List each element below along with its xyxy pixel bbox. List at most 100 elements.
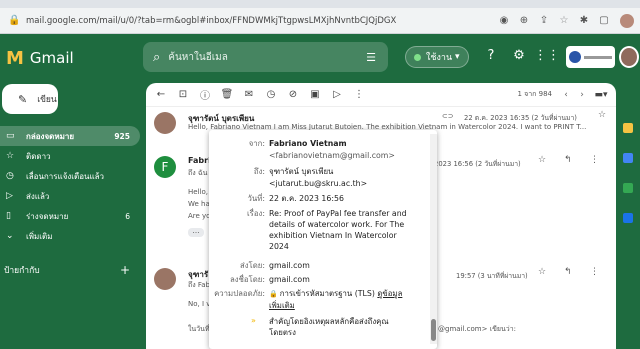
filter-icon[interactable]: ☰ — [366, 51, 376, 64]
sidebar-item-more[interactable]: ⌄ เพิ่มเติม — [0, 226, 140, 246]
more-options-icon[interactable]: ⋮ — [348, 89, 370, 100]
unread-count: 925 — [114, 131, 130, 141]
back-arrow-icon[interactable]: ← — [150, 89, 172, 100]
subject-label: เรื่อง: — [247, 209, 265, 218]
organization-logo[interactable] — [566, 46, 615, 68]
mark-unread-icon[interactable]: ✉ — [238, 89, 260, 100]
more-options-icon[interactable]: ⋮ — [590, 267, 599, 277]
contacts-icon[interactable] — [623, 213, 633, 223]
security-text: การเข้ารหัสมาตรฐาน (TLS) — [279, 289, 375, 298]
sidebar-item-sent[interactable]: ▷ ส่งแล้ว — [0, 186, 140, 206]
star-icon[interactable]: ☆ — [598, 110, 606, 120]
sidebar-item-inbox[interactable]: ▭ กล่องจดหมาย 925 — [0, 126, 140, 146]
gear-icon[interactable]: ⚙ — [505, 48, 533, 63]
app-name: Gmail — [29, 49, 74, 67]
mailed-by-value: gmail.com — [269, 261, 310, 270]
message-body-line: We ha — [188, 200, 210, 208]
profile-icon[interactable] — [620, 13, 634, 28]
archive-icon[interactable]: ⊡ — [172, 89, 194, 100]
mailed-by-label: ส่งโดย: — [239, 261, 265, 270]
sidebar-item-snoozed[interactable]: ◷ เลื่อนการแจ้งเตือนแล้ว — [0, 166, 140, 186]
extension-icon[interactable]: ✱ — [576, 15, 592, 26]
signed-by-value: gmail.com — [269, 275, 310, 284]
org-logo-text — [584, 55, 612, 59]
star-icon[interactable]: ☆ — [556, 15, 572, 26]
avatar[interactable] — [619, 46, 639, 68]
sidebar-item-drafts[interactable]: ▯ ร่างจดหมาย 6 — [0, 206, 140, 226]
screen: 🔒 mail.google.com/mail/u/0/?tab=rm&ogbl#… — [0, 0, 640, 349]
from-label: จาก: — [248, 139, 265, 148]
reply-icon[interactable]: ↰ — [564, 155, 572, 165]
message-body-line: No, I v — [188, 300, 211, 308]
to-name: จุฑารัตน์ บุตรเพียน — [269, 167, 334, 176]
tab-icon[interactable]: ▢ — [596, 15, 612, 26]
show-trimmed-button[interactable]: … — [188, 228, 204, 237]
move-to-icon[interactable]: ▣ — [304, 89, 326, 100]
status-label: ใช้งาน — [426, 53, 453, 63]
snooze-icon[interactable]: ◷ — [260, 89, 282, 100]
sidebar-item-label: ร่างจดหมาย — [26, 211, 69, 221]
sidebar-item-label: กล่องจดหมาย — [26, 131, 75, 141]
compose-button[interactable]: ✎ เขียน — [2, 84, 58, 114]
reply-icon[interactable]: ↰ — [564, 267, 572, 277]
side-panel — [617, 83, 640, 349]
attachment-icon: ⊂⊃ — [442, 112, 454, 120]
sender-avatar: F — [154, 156, 176, 178]
scrollbar-thumb[interactable] — [431, 319, 436, 341]
star-icon[interactable]: ☆ — [538, 267, 546, 277]
tasks-icon[interactable] — [623, 183, 633, 193]
delete-icon[interactable]: 🗑 — [216, 89, 238, 100]
signed-by-label: ลงชื่อโดย: — [229, 275, 265, 284]
date-value: 22 ต.ค. 2023 16:56 — [269, 194, 344, 203]
recipient-line: ถึง ฉัน — [188, 169, 208, 177]
star-icon[interactable]: ☆ — [538, 155, 546, 165]
status-button[interactable]: ใช้งาน ▾ — [405, 46, 469, 68]
to-label: ถึง: — [253, 167, 265, 176]
gmail-logo[interactable]: M Gmail — [6, 48, 136, 69]
star-icon: ☆ — [6, 151, 15, 161]
message-date: 22 ต.ค. 2023 16:35 (2 วันที่ผ่านมา) — [464, 114, 577, 122]
prev-icon[interactable]: ‹ — [558, 90, 574, 100]
address-bar[interactable]: 🔒 mail.google.com/mail/u/0/?tab=rm&ogbl#… — [0, 8, 640, 34]
date-label: วันที่: — [247, 194, 265, 203]
status-dot — [414, 53, 421, 61]
calendar-icon[interactable] — [623, 123, 633, 133]
pencil-icon: ✎ — [18, 92, 28, 106]
lock-icon: 🔒 — [8, 15, 21, 26]
message-date: 2023 16:56 (2 วันที่ผ่านมา) — [434, 160, 521, 168]
search-input[interactable]: ค้นหาในอีเมล — [168, 50, 366, 65]
keep-icon[interactable] — [623, 153, 633, 163]
add-label-button[interactable]: + — [120, 263, 130, 277]
keyboard-icon[interactable]: ▬▾ — [590, 90, 612, 100]
sidebar-item-starred[interactable]: ☆ ติดดาว — [0, 146, 140, 166]
draft-count: 6 — [125, 211, 130, 221]
message-body-line: Hello, — [188, 188, 208, 196]
url-text[interactable]: mail.google.com/mail/u/0/?tab=rm&ogbl#in… — [26, 16, 496, 26]
next-icon[interactable]: › — [574, 90, 590, 100]
sidebar-item-label: ส่งแล้ว — [26, 191, 50, 201]
help-icon[interactable]: ? — [477, 48, 505, 63]
chevron-down-icon: ⌄ — [6, 231, 14, 241]
label-icon[interactable]: ▷ — [326, 89, 348, 100]
security-value: 🔒 การเข้ารหัสมาตรฐาน (TLS) ดูข้อมูลเพิ่มเ… — [269, 288, 409, 311]
share-icon[interactable]: ⇪ — [536, 15, 552, 26]
org-logo-icon — [569, 51, 581, 63]
clock-icon: ◷ — [6, 171, 14, 181]
importance-text: สำคัญโดยอิงเหตุผลหลักคือส่งถึงคุณโดยตรง — [269, 317, 389, 337]
message-body-line: Are yo — [188, 212, 211, 220]
popup-scrollbar[interactable] — [430, 134, 437, 344]
sender-avatar — [154, 112, 176, 134]
add-task-icon[interactable]: ⊘ — [282, 89, 304, 100]
more-options-icon[interactable]: ⋮ — [590, 155, 599, 165]
eye-icon[interactable]: ◉ — [496, 15, 512, 26]
report-spam-icon[interactable]: ⓘ — [194, 87, 216, 102]
search-box[interactable]: ⌕ ค้นหาในอีเมล ☰ — [143, 42, 388, 72]
send-icon: ▷ — [6, 191, 13, 201]
sender-details-popup: จาก: Fabriano Vietnam <fabrianovietnam@g… — [209, 130, 437, 349]
search-icon[interactable]: ⌕ — [153, 50, 160, 65]
message-counter: 1 จาก 984 — [517, 90, 552, 98]
sidebar-item-label: เลื่อนการแจ้งเตือนแล้ว — [26, 171, 105, 181]
zoom-icon[interactable]: ⊕ — [516, 15, 532, 26]
apps-icon[interactable]: ⋮⋮ — [533, 48, 561, 63]
sidebar-nav: ▭ กล่องจดหมาย 925 ☆ ติดดาว ◷ เลื่อนการแจ… — [0, 126, 140, 246]
